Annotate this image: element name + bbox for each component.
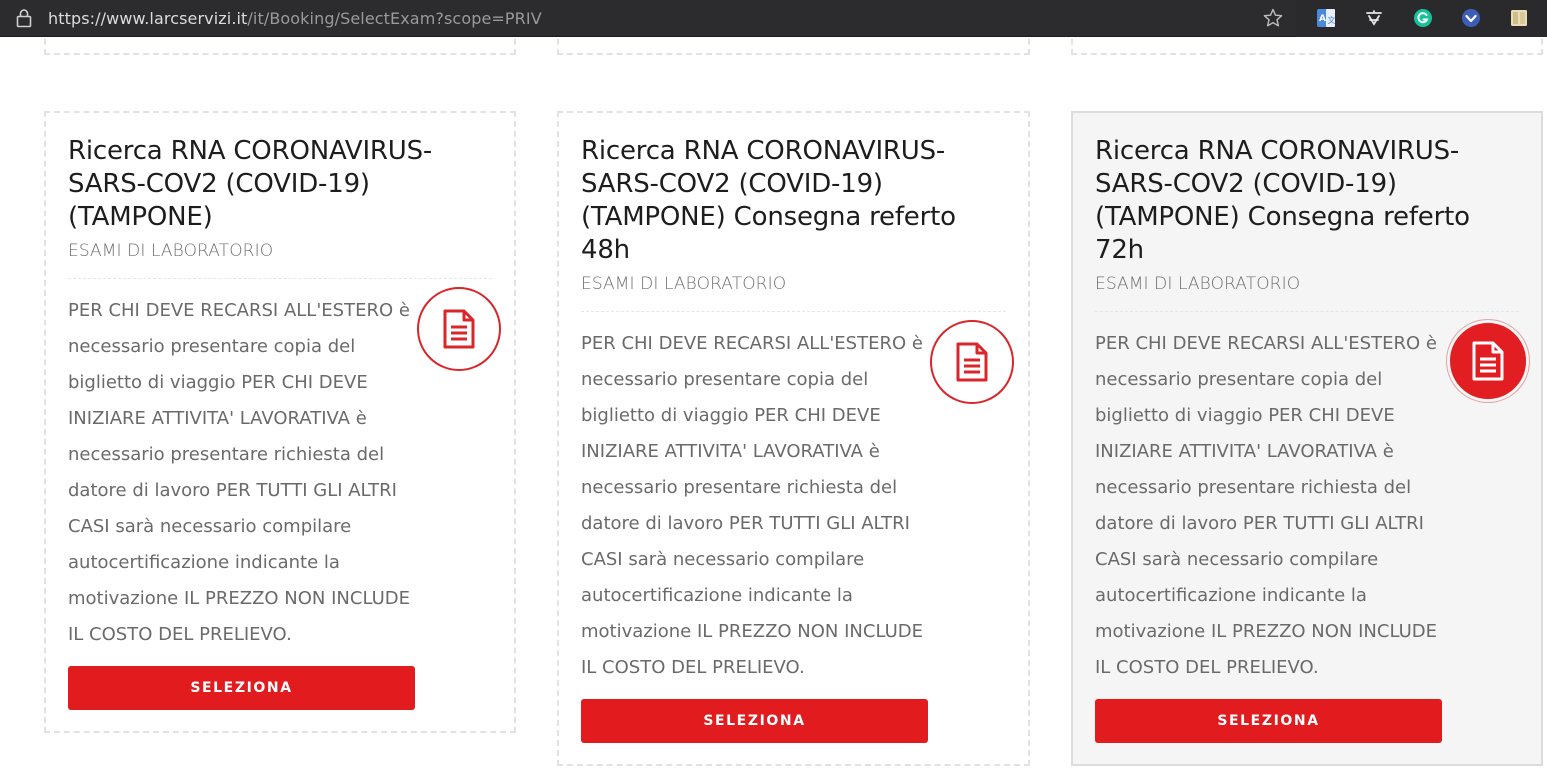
document-glyph-icon: [1472, 341, 1504, 381]
dictionary-extension-icon[interactable]: [1364, 8, 1384, 28]
bookmark-star-icon[interactable]: [1262, 7, 1284, 29]
url-host: https://www.larcservizi.it: [48, 9, 248, 28]
document-icon[interactable]: [417, 287, 501, 371]
select-exam-button[interactable]: SELEZIONA: [581, 699, 928, 743]
document-glyph-icon: [956, 342, 988, 382]
browser-address-bar: https://www.larcservizi.it/it/Booking/Se…: [0, 0, 1547, 37]
document-icon[interactable]: [930, 320, 1014, 404]
exam-title: Ricerca RNA CORONAVIRUS-SARS-COV2 (COVID…: [581, 136, 956, 265]
card-divider: [68, 278, 492, 279]
previous-row-card-stub: [1071, 38, 1543, 55]
url-field[interactable]: https://www.larcservizi.it/it/Booking/Se…: [48, 9, 542, 28]
exam-description: PER CHI DEVE RECARSI ALL'ESTERO è necess…: [581, 333, 923, 678]
exam-card[interactable]: Ricerca RNA CORONAVIRUS-SARS-COV2 (COVID…: [557, 111, 1030, 766]
lock-icon: [16, 9, 32, 28]
extensions-toolbar: A 文: [1296, 0, 1547, 37]
select-exam-button[interactable]: SELEZIONA: [1095, 699, 1442, 743]
svg-text:A: A: [1319, 14, 1326, 24]
reader-extension-icon[interactable]: [1509, 8, 1529, 28]
exam-card[interactable]: Ricerca RNA CORONAVIRUS-SARS-COV2 (COVID…: [1071, 111, 1543, 766]
translate-extension-icon[interactable]: A 文: [1316, 8, 1336, 28]
document-icon[interactable]: [1450, 323, 1526, 399]
grammarly-extension-icon[interactable]: [1413, 8, 1433, 28]
exam-card[interactable]: Ricerca RNA CORONAVIRUS-SARS-COV2 (COVID…: [44, 111, 516, 733]
document-glyph-icon: [443, 309, 475, 349]
select-exam-button[interactable]: SELEZIONA: [68, 666, 415, 710]
exam-category: ESAMI DI LABORATORIO: [581, 274, 787, 294]
exam-description: PER CHI DEVE RECARSI ALL'ESTERO è necess…: [68, 300, 410, 645]
exam-category: ESAMI DI LABORATORIO: [68, 241, 274, 261]
previous-row-card-stub: [44, 38, 516, 55]
exam-description: PER CHI DEVE RECARSI ALL'ESTERO è necess…: [1095, 333, 1437, 678]
previous-row-card-stub: [557, 38, 1030, 55]
exam-list-page: Ricerca RNA CORONAVIRUS-SARS-COV2 (COVID…: [0, 38, 1547, 784]
exam-title: Ricerca RNA CORONAVIRUS-SARS-COV2 (COVID…: [68, 136, 433, 232]
card-divider: [1095, 311, 1519, 312]
exam-title: Ricerca RNA CORONAVIRUS-SARS-COV2 (COVID…: [1095, 136, 1470, 265]
url-path: /it/Booking/SelectExam?scope=PRIV: [247, 9, 542, 28]
svg-text:文: 文: [1328, 15, 1336, 25]
exam-category: ESAMI DI LABORATORIO: [1095, 274, 1301, 294]
card-divider: [581, 311, 1006, 312]
vpn-extension-icon[interactable]: [1461, 8, 1481, 28]
